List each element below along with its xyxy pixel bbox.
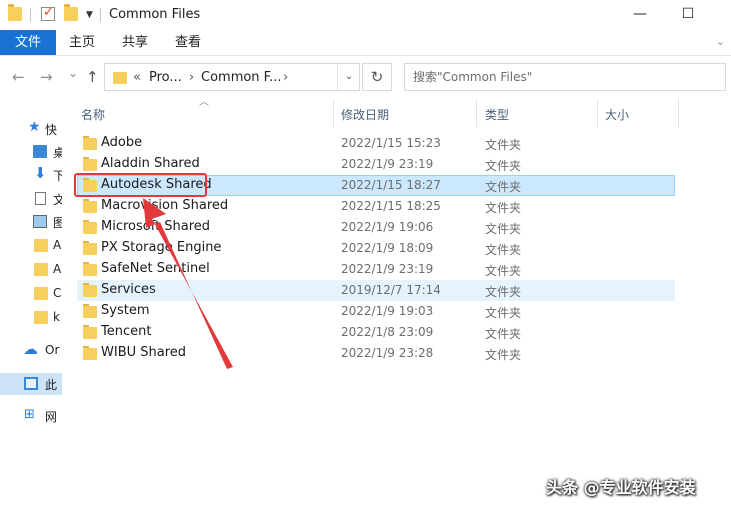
watermark: 头条 @专业软件安装 [546,478,696,497]
annotation-arrow [143,198,233,369]
